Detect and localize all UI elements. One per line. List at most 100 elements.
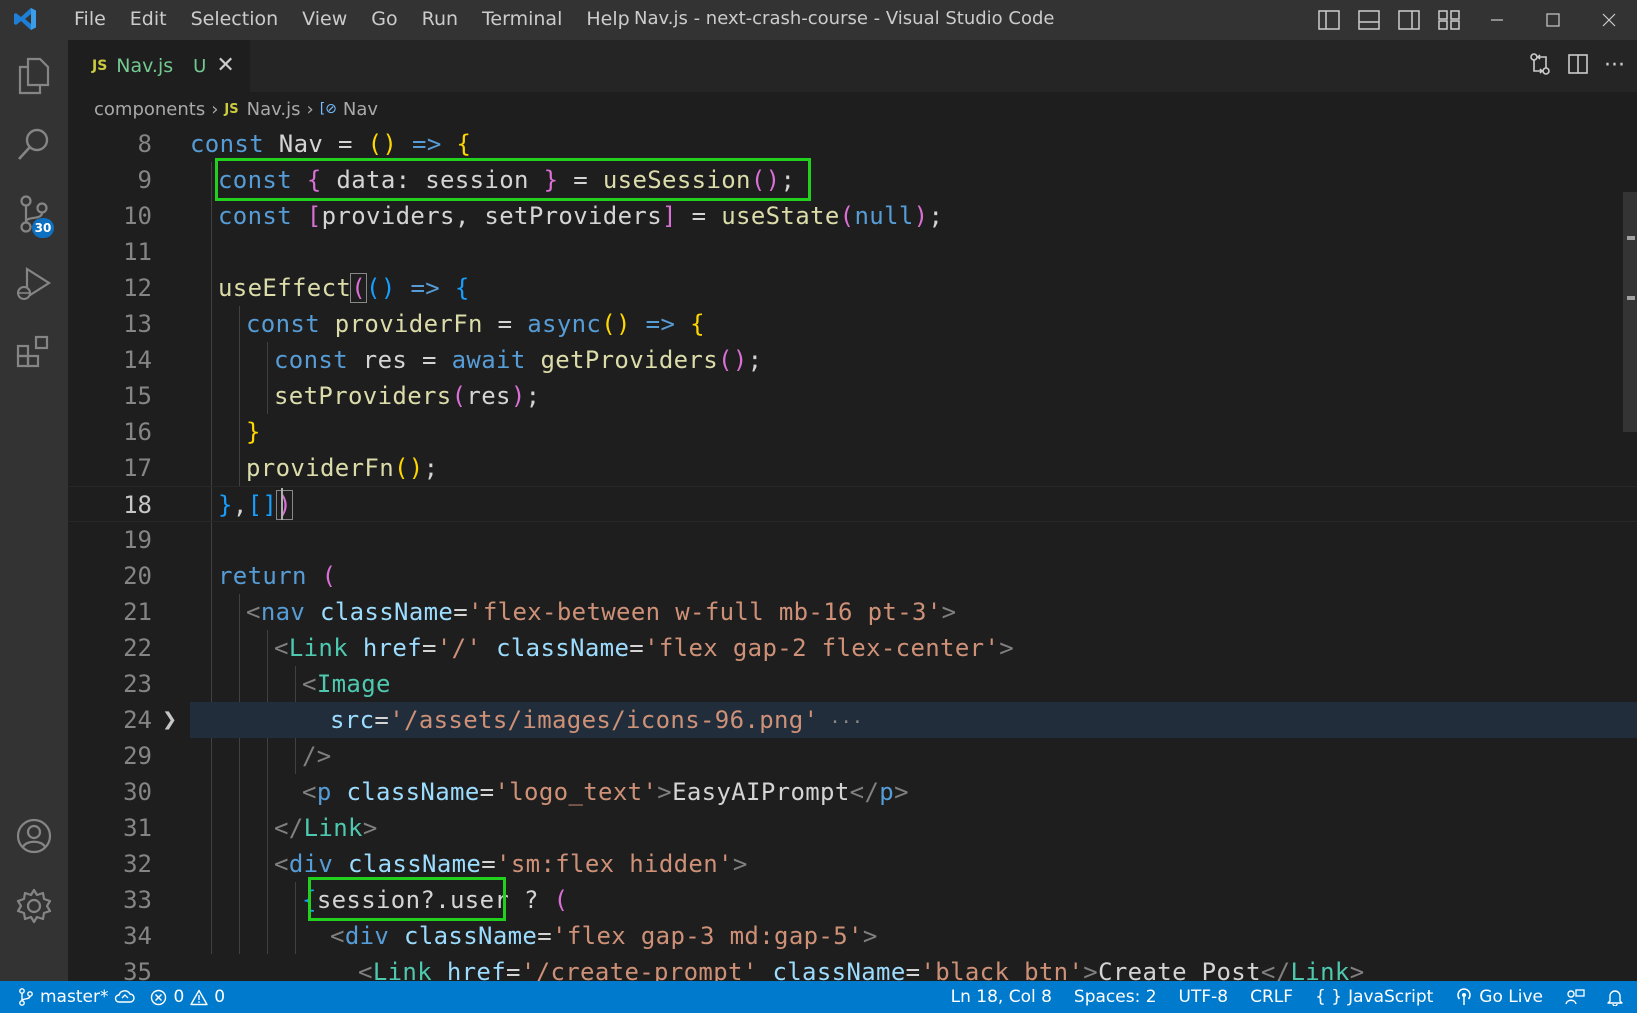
code-line: 13 const providerFn = async() => {	[68, 306, 1637, 342]
code-line: 20 return (	[68, 558, 1637, 594]
menu-edit[interactable]: Edit	[118, 8, 179, 30]
line-number: 11	[123, 238, 152, 266]
chevron-right-icon: ›	[211, 98, 219, 120]
code-line: 21 <nav className='flex-between w-full m…	[68, 594, 1637, 630]
encoding[interactable]: UTF-8	[1179, 987, 1229, 1007]
title-bar-controls	[1309, 0, 1637, 40]
extensions-icon[interactable]	[0, 320, 68, 384]
javascript-file-icon: JS	[92, 58, 108, 74]
line-number: 14	[123, 346, 152, 374]
code-line: 34 <div className='flex gap-3 md:gap-5'>	[68, 918, 1637, 954]
line-number: 19	[123, 526, 152, 554]
code-line: 17 providerFn();	[68, 450, 1637, 486]
search-icon[interactable]	[0, 112, 68, 176]
problems-status[interactable]: 0 0	[150, 987, 225, 1007]
code-text: <nav className='flex-between w-full mb-1…	[246, 598, 957, 626]
cursor-position[interactable]: Ln 18, Col 8	[951, 987, 1052, 1007]
code-text: const [providers, setProviders] = useSta…	[218, 202, 944, 230]
language-label: JavaScript	[1348, 987, 1434, 1007]
line-number: 31	[123, 814, 152, 842]
code-text: <Link href='/' className='flex gap-2 fle…	[274, 634, 1015, 662]
menu-help[interactable]: Help	[574, 8, 641, 30]
toggle-panel-icon[interactable]	[1349, 0, 1389, 40]
menu-selection[interactable]: Selection	[179, 8, 291, 30]
code-text: <Image	[302, 670, 391, 698]
accounts-icon[interactable]	[0, 804, 68, 868]
explorer-icon[interactable]	[0, 44, 68, 108]
source-control-icon[interactable]: 30	[0, 182, 68, 246]
line-number: 18	[123, 491, 152, 519]
go-live-label: Go Live	[1479, 987, 1543, 1007]
code-line: 15 setProviders(res);	[68, 378, 1637, 414]
breadcrumb-folder[interactable]: components	[94, 99, 205, 120]
title-bar: File Edit Selection View Go Run Terminal…	[0, 0, 1637, 40]
line-number: 20	[123, 562, 152, 590]
text-cursor	[281, 488, 283, 520]
code-line: 23 <Image	[68, 666, 1637, 702]
menu-go[interactable]: Go	[359, 8, 409, 30]
maximize-icon[interactable]	[1525, 0, 1581, 40]
go-live-button[interactable]: Go Live	[1455, 987, 1543, 1007]
line-number: 30	[123, 778, 152, 806]
untracked-status: U	[193, 55, 207, 77]
line-number: 33	[123, 886, 152, 914]
breadcrumb-file[interactable]: Nav.js	[247, 99, 301, 120]
open-changes-icon[interactable]	[1528, 52, 1552, 80]
error-icon	[151, 989, 167, 1005]
code-line: 19	[68, 522, 1637, 558]
code-text: const providerFn = async() => {	[246, 310, 705, 338]
code-line: 10 const [providers, setProviders] = use…	[68, 198, 1637, 234]
line-endings[interactable]: CRLF	[1250, 987, 1293, 1007]
highlight-box	[308, 877, 506, 921]
customize-layout-icon[interactable]	[1429, 0, 1469, 40]
split-editor-icon[interactable]	[1566, 52, 1590, 80]
line-number: 17	[123, 454, 152, 482]
warning-icon	[190, 989, 208, 1005]
more-actions-icon[interactable]: ···	[1604, 54, 1625, 78]
line-number: 9	[137, 166, 152, 194]
code-text: <p className='logo_text'>EasyAIPrompt</p…	[302, 778, 909, 806]
toggle-secondary-sidebar-icon[interactable]	[1389, 0, 1429, 40]
code-line: 30 <p className='logo_text'>EasyAIPrompt…	[68, 774, 1637, 810]
code-editor[interactable]: 8 const Nav = () => { 9 const { data: se…	[68, 126, 1637, 981]
menu-view[interactable]: View	[290, 8, 359, 30]
breadcrumb-symbol[interactable]: Nav	[343, 99, 378, 120]
code-text: const Nav = () => {	[190, 130, 472, 158]
vertical-scrollbar[interactable]	[1623, 126, 1637, 981]
code-text: setProviders(res);	[274, 382, 541, 410]
feedback-icon[interactable]	[1565, 988, 1585, 1006]
overview-ruler-mark	[1627, 296, 1635, 300]
code-line: 32 <div className='sm:flex hidden'>	[68, 846, 1637, 882]
toggle-primary-sidebar-icon[interactable]	[1309, 0, 1349, 40]
code-line: 16 }	[68, 414, 1637, 450]
code-line: 22 <Link href='/' className='flex gap-2 …	[68, 630, 1637, 666]
variable-symbol-icon: [⊘	[319, 101, 337, 117]
branch-status[interactable]: master*	[18, 987, 136, 1007]
sync-cloud-icon[interactable]	[114, 989, 136, 1005]
scrollbar-thumb[interactable]	[1623, 192, 1637, 432]
language-mode[interactable]: { } JavaScript	[1315, 987, 1433, 1007]
run-debug-icon[interactable]	[0, 252, 68, 316]
menu-terminal[interactable]: Terminal	[470, 8, 574, 30]
menu-file[interactable]: File	[62, 8, 118, 30]
code-text: src='/assets/images/icons-96.png' ···	[330, 706, 864, 734]
line-number: 22	[123, 634, 152, 662]
code-line: 14 const res = await getProviders();	[68, 342, 1637, 378]
indentation[interactable]: Spaces: 2	[1074, 987, 1157, 1007]
notifications-bell-icon[interactable]	[1607, 988, 1623, 1006]
code-text: </Link>	[274, 814, 378, 842]
chevron-right-icon: ›	[306, 98, 314, 120]
minimize-icon[interactable]	[1469, 0, 1525, 40]
code-text: const res = await getProviders();	[274, 346, 763, 374]
chevron-right-icon[interactable]: ❯	[162, 702, 177, 738]
menu-run[interactable]: Run	[410, 8, 470, 30]
close-tab-icon[interactable]: ✕	[216, 55, 234, 77]
git-branch-icon	[19, 988, 33, 1006]
code-line: 29 />	[68, 738, 1637, 774]
line-number: 34	[123, 922, 152, 950]
window-title: Nav.js - next-crash-course - Visual Stud…	[634, 8, 1055, 29]
manage-gear-icon[interactable]	[0, 874, 68, 938]
overview-ruler-mark	[1627, 236, 1635, 240]
tab-nav-js[interactable]: JS Nav.js U ✕	[68, 40, 250, 92]
close-window-icon[interactable]	[1581, 0, 1637, 40]
